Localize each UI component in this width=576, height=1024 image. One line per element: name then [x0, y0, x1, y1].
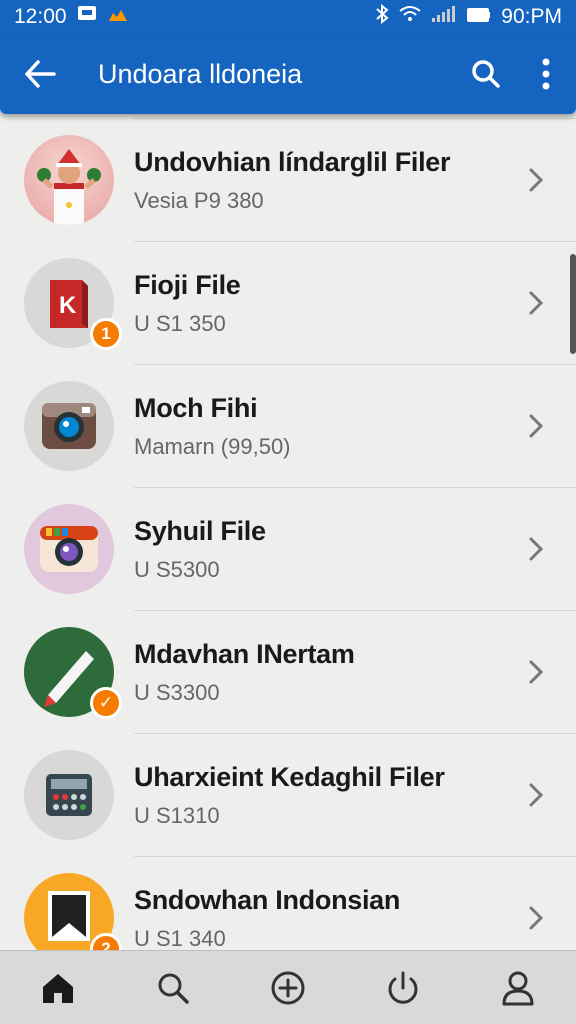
bottom-navigation: [0, 950, 576, 1024]
check-badge: ✓: [90, 687, 122, 719]
add-circle-icon: [271, 971, 305, 1004]
wifi-icon: [399, 5, 421, 29]
list-item-title: Mdavhan INertam: [134, 638, 355, 669]
list-item[interactable]: K 1 Fioji File U S1 350: [24, 241, 576, 365]
list-item-text: Mdavhan INertam U S3300: [134, 639, 506, 706]
list-item-title: Moch Fihi: [134, 392, 258, 423]
list-item-text: Uharxieint Kedaghil Filer U S1310: [134, 762, 506, 829]
home-icon: [42, 973, 73, 1003]
list-item[interactable]: Uharxieint Kedaghil Filer U S1310: [24, 733, 576, 857]
power-icon: [388, 971, 418, 1004]
avatar-wrapper: [24, 135, 114, 225]
more-vert-icon: [542, 58, 550, 90]
person-avatar-icon: [24, 135, 114, 225]
list-item-title: Syhuil File: [134, 515, 266, 546]
message-icon: [77, 5, 97, 29]
svg-text:K: K: [59, 292, 77, 319]
list-item-title: Undovhian líndarglil Filer: [134, 146, 451, 177]
list-item-subtitle: U S1310: [134, 802, 220, 828]
back-button[interactable]: [0, 34, 80, 114]
notification-badge: 1: [90, 318, 122, 350]
chevron-right-icon: [506, 488, 566, 611]
overflow-menu-button[interactable]: [516, 34, 576, 114]
avatar-wrapper: K 1: [24, 258, 122, 350]
list-item[interactable]: Moch Fihi Mamarn (99,50): [24, 364, 576, 488]
avatar-wrapper: [24, 504, 114, 594]
nav-search-button[interactable]: [133, 951, 213, 1024]
scrollbar-thumb[interactable]: [570, 254, 576, 354]
instagram-camera-icon: [24, 504, 114, 594]
list-item-text: Undovhian líndarglil Filer Vesia P9 380: [134, 147, 506, 214]
arrow-left-icon: [25, 60, 56, 88]
signal-icon: [431, 5, 457, 29]
list-item-text: Moch Fihi Mamarn (99,50): [134, 393, 506, 460]
search-icon: [472, 60, 500, 88]
list-item[interactable]: Undovhian líndarglil Filer Vesia P9 380: [24, 118, 576, 242]
list-item-text: Fioji File U S1 350: [134, 270, 506, 337]
search-button[interactable]: [456, 34, 516, 114]
cloud-icon: [107, 5, 129, 29]
list-item-text: Syhuil File U S5300: [134, 516, 506, 583]
status-bar: 12:00 90:PM: [0, 0, 576, 34]
list-item[interactable]: 2 Sndowhan Indonsian U S1 340: [24, 856, 576, 951]
list-item-title: Sndowhan Indonsian: [134, 884, 401, 915]
list-item-title: Fioji File: [134, 269, 241, 300]
list-item-text: Sndowhan Indonsian U S1 340: [134, 885, 506, 951]
list-item-subtitle: U S3300: [134, 679, 220, 705]
avatar-wrapper: [24, 381, 114, 471]
chevron-right-icon: [506, 734, 566, 857]
nav-power-button[interactable]: [363, 951, 443, 1024]
camera-icon: [24, 381, 114, 471]
nav-profile-button[interactable]: [478, 951, 558, 1024]
nav-home-button[interactable]: [18, 951, 98, 1024]
list-item[interactable]: ✓ Mdavhan INertam U S3300: [24, 610, 576, 734]
page-title: Undoara lldoneia: [98, 58, 303, 89]
list-item-subtitle: U S5300: [134, 556, 220, 582]
list-item-subtitle: U S1 350: [134, 310, 226, 336]
chevron-right-icon: [506, 242, 566, 365]
chevron-right-icon: [506, 119, 566, 242]
person-icon: [502, 971, 534, 1005]
status-time-right: 90:PM: [501, 5, 562, 28]
chevron-right-icon: [506, 857, 566, 951]
bluetooth-icon: [375, 3, 389, 30]
status-time-left: 12:00: [14, 5, 67, 28]
avatar-wrapper: ✓: [24, 627, 122, 719]
list-item-subtitle: Vesia P9 380: [134, 187, 264, 213]
list-item-subtitle: Mamarn (99,50): [134, 433, 291, 459]
chevron-right-icon: [506, 365, 566, 488]
avatar-wrapper: [24, 750, 114, 840]
avatar-wrapper: 2: [24, 873, 122, 950]
list-item-subtitle: U S1 340: [134, 925, 226, 951]
app-bar: Undoara lldoneia: [0, 34, 576, 114]
battery-icon: [467, 5, 491, 29]
calculator-icon: [24, 750, 114, 840]
file-list: Undovhian líndarglil Filer Vesia P9 380 …: [0, 118, 576, 950]
list-item[interactable]: Syhuil File U S5300: [24, 487, 576, 611]
nav-add-button[interactable]: [248, 951, 328, 1024]
chevron-right-icon: [506, 611, 566, 734]
search-icon: [158, 973, 189, 1004]
list-item-title: Uharxieint Kedaghil Filer: [134, 761, 445, 792]
